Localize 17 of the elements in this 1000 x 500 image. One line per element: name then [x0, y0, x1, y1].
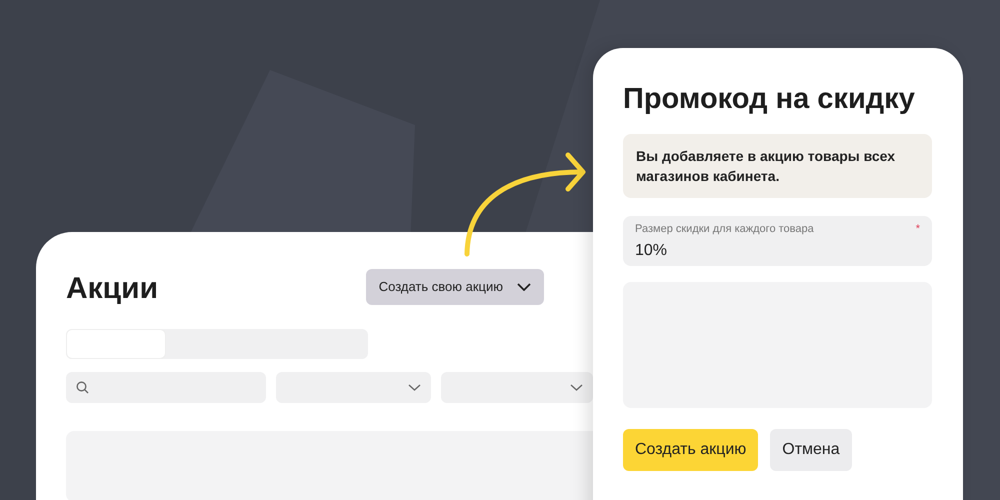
select-field[interactable]: [276, 372, 431, 403]
select-field[interactable]: [441, 372, 593, 403]
search-icon: [76, 381, 89, 394]
required-mark: *: [916, 222, 920, 237]
create-button[interactable]: Создать акцию: [623, 429, 758, 471]
chevron-down-icon: [570, 384, 583, 391]
cancel-button[interactable]: Отмена: [770, 429, 852, 471]
discount-field[interactable]: Размер скидки для каждого товара * 10%: [623, 216, 932, 266]
notice-text: Вы добавляете в акцию товары всех магазинов кабинета.: [623, 134, 932, 198]
field-value: 10%: [635, 240, 668, 260]
page-title: Акции: [66, 271, 158, 307]
chevron-down-icon: [408, 384, 421, 391]
search-field[interactable]: [66, 372, 266, 403]
chevron-down-icon: [517, 282, 531, 290]
dialog-title: Промокод на скидку: [623, 82, 916, 117]
field-label: Размер скидки для каждого товара: [635, 222, 814, 237]
create-promotion-dropdown[interactable]: Создать свою акцию: [366, 268, 544, 304]
